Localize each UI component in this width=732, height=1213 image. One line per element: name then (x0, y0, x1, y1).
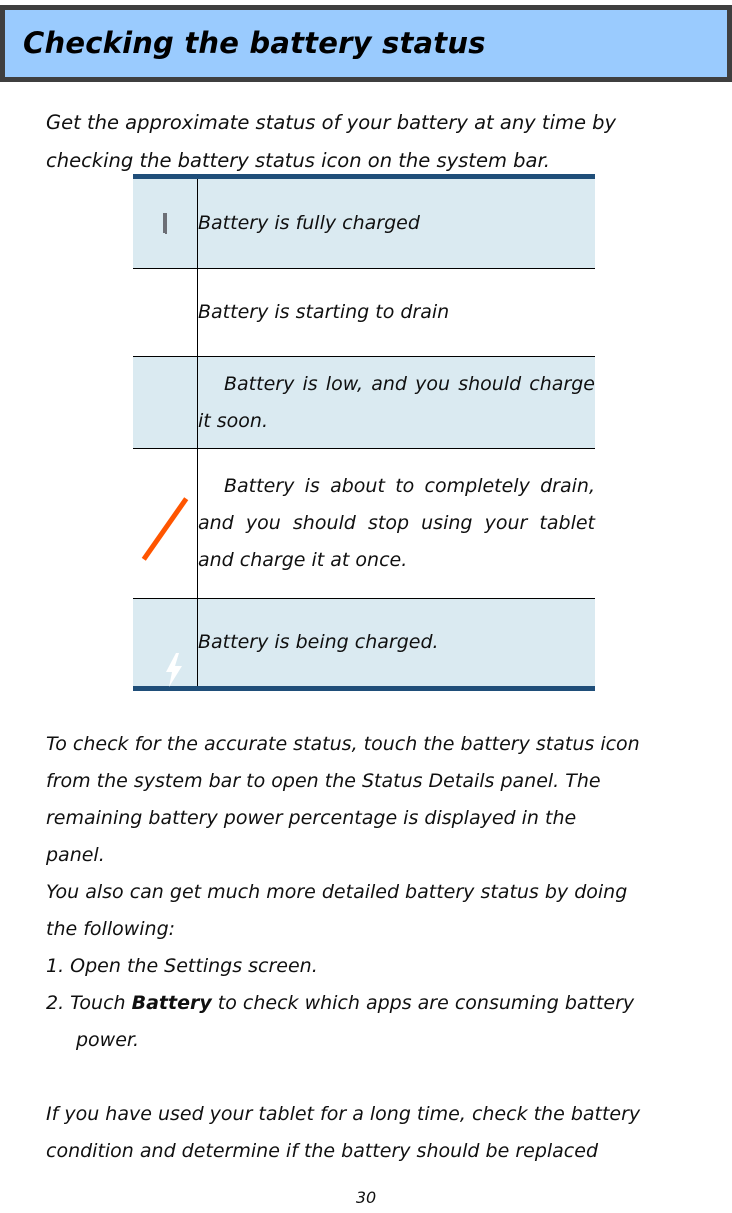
paragraph-2-line-1: You also can get much more detailed batt… (46, 881, 628, 903)
battery-status-description-cell: Battery is fully charged (197, 176, 595, 269)
battery-status-description: Battery is starting to drain (198, 301, 450, 323)
table-row: Battery is starting to drain (133, 268, 595, 357)
battery-status-description: Battery is fully charged (198, 212, 420, 234)
battery-icon-cell (133, 448, 198, 599)
paragraph-3-line-2: condition and determine if the battery s… (46, 1140, 599, 1162)
paragraph-2-line-2: the following: (46, 918, 176, 940)
battery-full-icon (152, 213, 178, 234)
battery-status-description-cell: Battery is being charged. (197, 598, 595, 689)
battery-body (165, 213, 167, 234)
table-row: Battery is about to completely drain, an… (133, 448, 595, 599)
step-2-suffix: to check which apps are consuming batter… (211, 992, 635, 1014)
paragraph-1-line-2: from the system bar to open the Status D… (46, 770, 601, 792)
list-item-step-2-continuation: power. (76, 1029, 140, 1051)
battery-icon-cell (133, 598, 198, 689)
page-title: Checking the battery status (23, 26, 486, 60)
table-row: Battery is fully charged (133, 176, 595, 269)
paragraph-1-line-4: panel. (46, 844, 105, 866)
battery-status-description: Battery is about to completely drain, an… (198, 475, 595, 571)
battery-status-description-cell: Battery is starting to drain (197, 268, 595, 357)
battery-status-description-cell: Battery is about to completely drain, an… (197, 448, 595, 599)
table-row: Battery is low, and you should charge it… (133, 356, 595, 449)
battery-icon-cell (133, 268, 198, 357)
battery-icon-cell (133, 176, 198, 269)
paragraph-1-line-3: remaining battery power percentage is di… (46, 807, 577, 829)
battery-status-description-cell: Battery is low, and you should charge it… (197, 356, 595, 449)
step-2-emphasis: Battery (131, 992, 212, 1014)
body-content: To check for the accurate status, touch … (46, 726, 726, 1170)
list-item-step-2: 2. Touch Battery to check which apps are… (46, 985, 726, 1022)
page-number: 30 (355, 1188, 377, 1207)
battery-status-description: Battery is being charged. (198, 631, 439, 653)
list-item-step-1: 1. Open the Settings screen. (46, 955, 318, 977)
battery-icon-cell (133, 356, 198, 449)
battery-status-description: Battery is low, and you should charge it… (198, 372, 595, 432)
battery-status-table: Battery is fully charged Battery is star… (133, 174, 595, 691)
paragraph-3-line-1: If you have used your tablet for a long … (46, 1103, 641, 1125)
step-2-prefix: 2. Touch (46, 992, 132, 1014)
table-row: Battery is being charged. (133, 598, 595, 689)
intro-paragraph: Get the approximate status of your batte… (46, 104, 706, 180)
paragraph-1-line-1: To check for the accurate status, touch … (46, 733, 640, 755)
page-header-banner: Checking the battery status (0, 5, 732, 82)
intro-line-1: Get the approximate status of your batte… (46, 111, 617, 134)
